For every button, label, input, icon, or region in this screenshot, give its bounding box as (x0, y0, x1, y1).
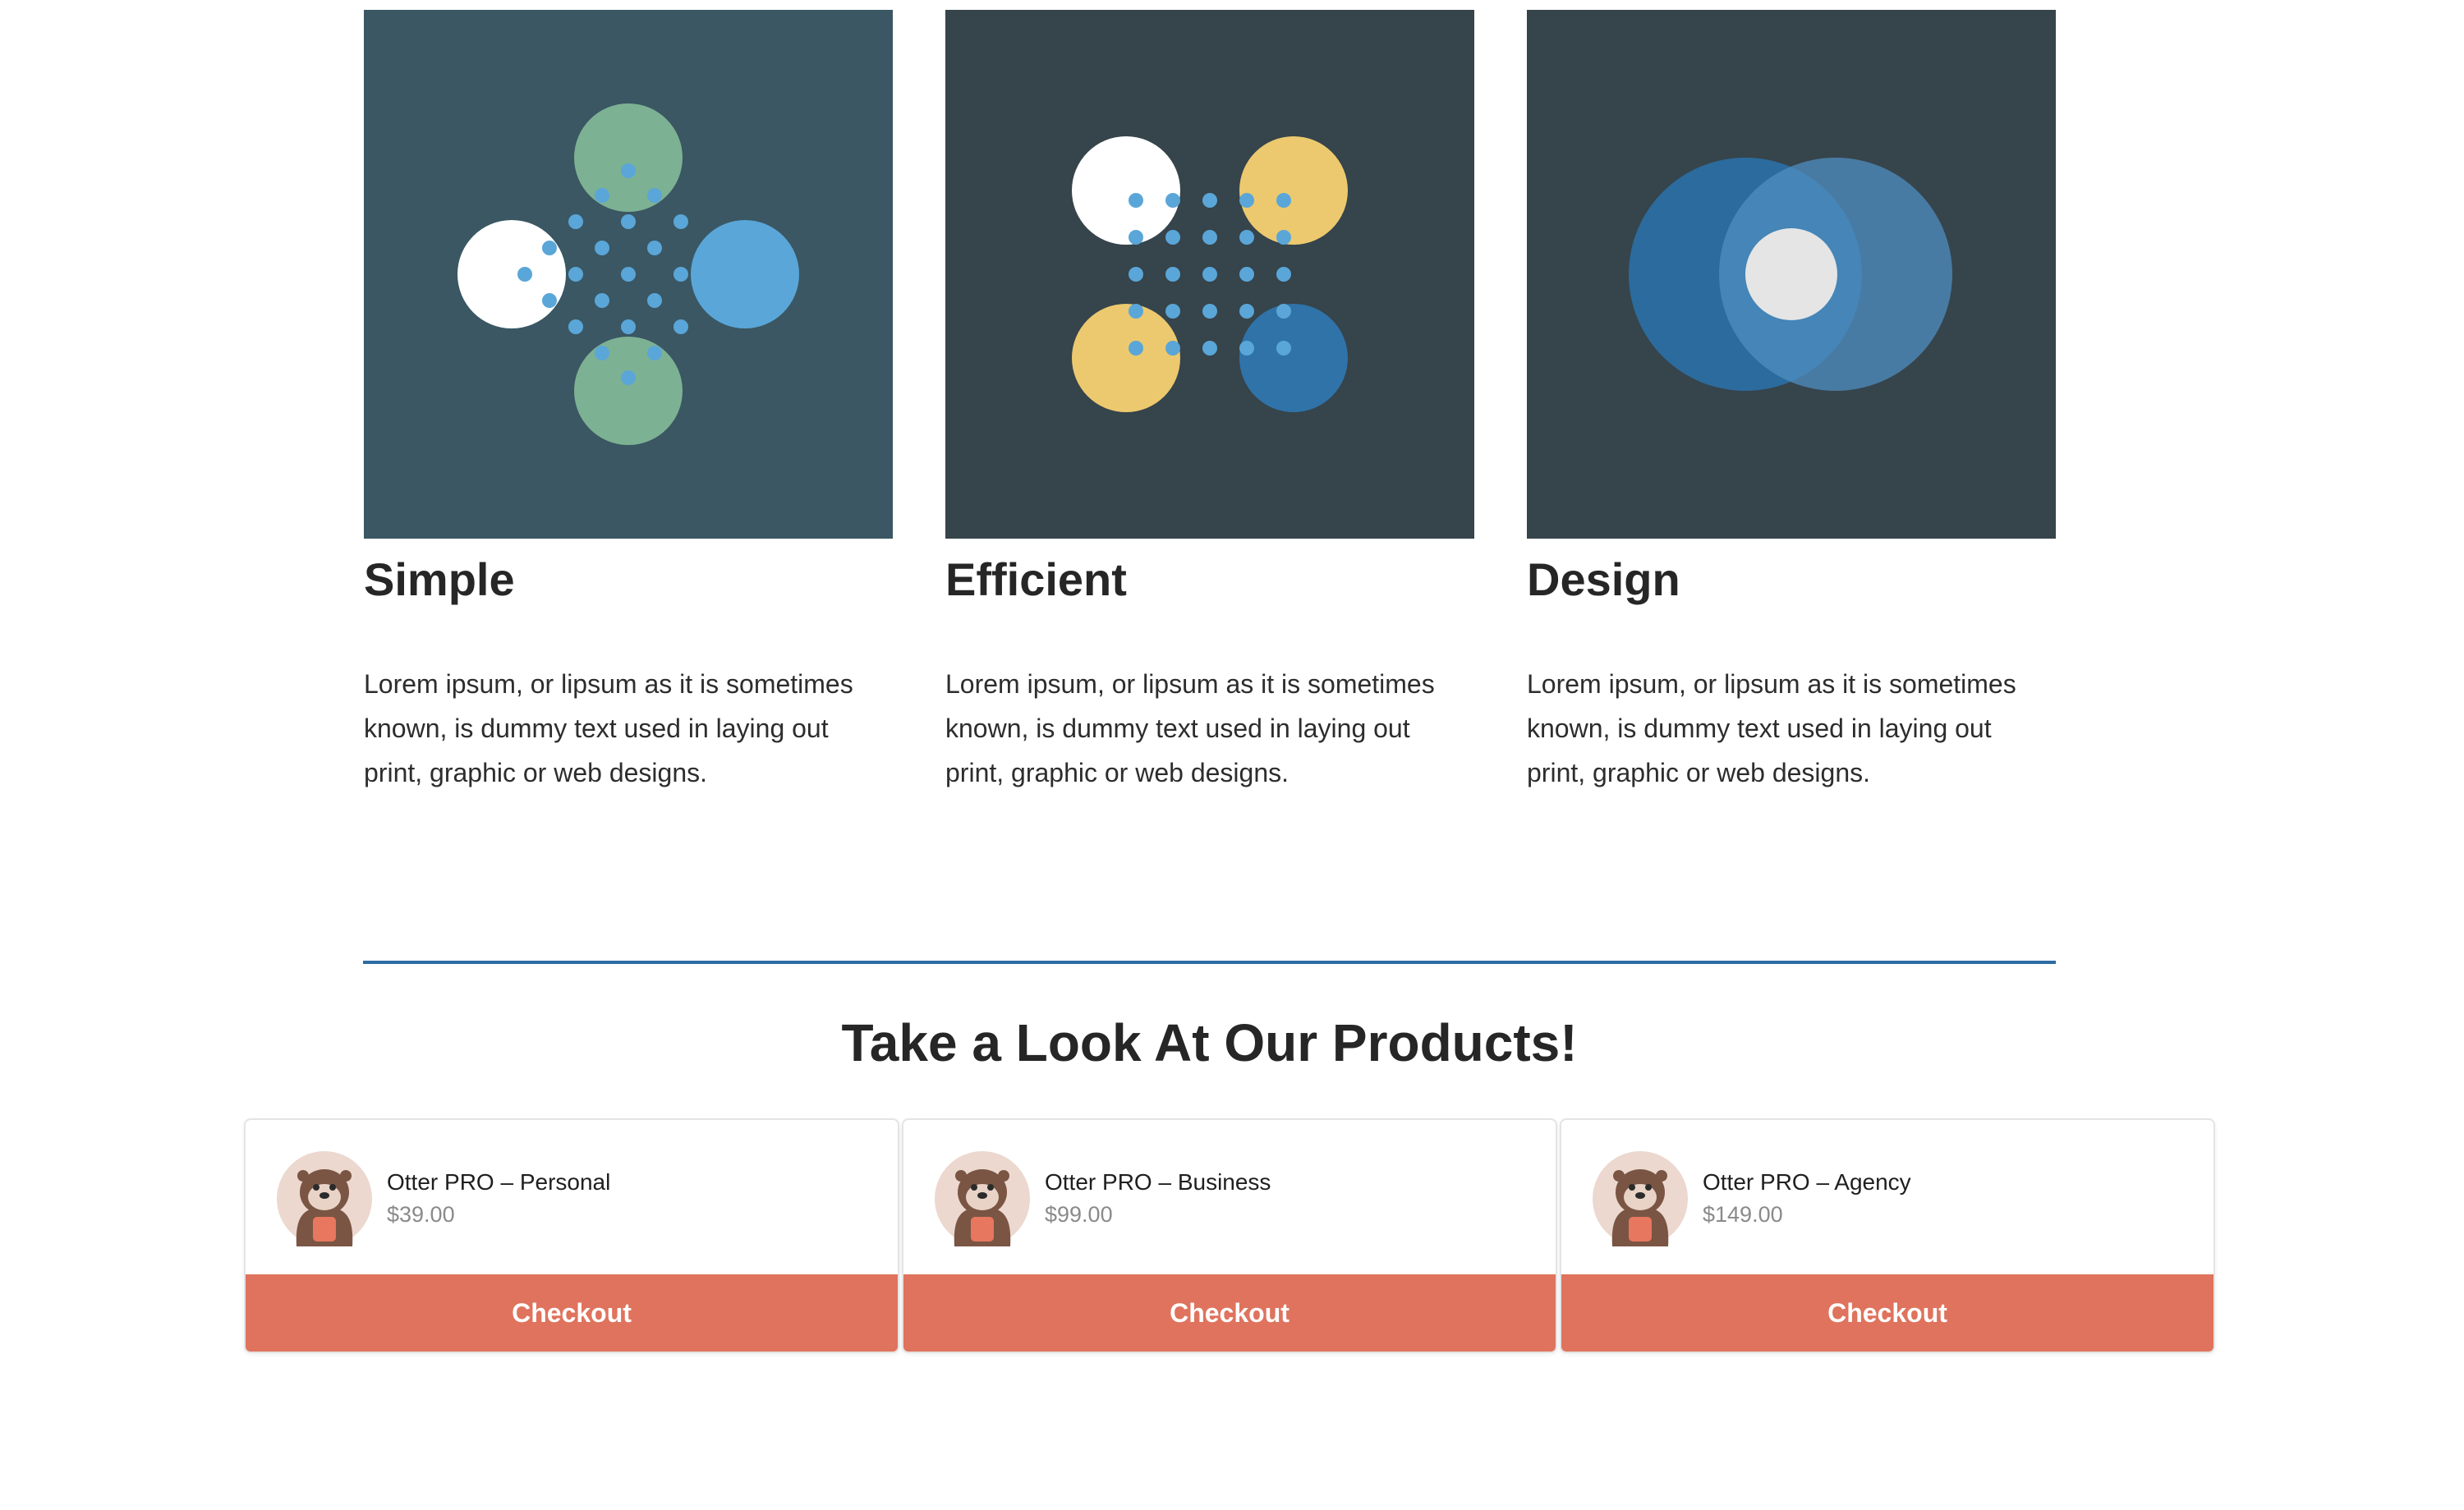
features-section: Simple Lorem ipsum, or lipsum as it is s… (0, 0, 2464, 821)
products-section-title: Take a Look At Our Products! (841, 1013, 1578, 1072)
product-card-business: Otter PRO – Business $99.00 Checkout (902, 1118, 1557, 1353)
checkout-button[interactable]: Checkout (1561, 1274, 2213, 1352)
simple-illustration-icon (364, 10, 893, 539)
design-illustration-icon (1527, 10, 2056, 539)
feature-title: Efficient (945, 553, 1127, 605)
product-cards: Otter PRO – Personal $39.00 Checkout Ott… (244, 1118, 2215, 1356)
product-name: Otter PRO – Agency (1703, 1169, 1911, 1195)
product-card-agency: Otter PRO – Agency $149.00 Checkout (1560, 1118, 2215, 1353)
product-name: Otter PRO – Personal (387, 1169, 611, 1195)
feature-text: Lorem ipsum, or lipsum as it is sometime… (1527, 669, 2016, 787)
feature-text: Lorem ipsum, or lipsum as it is sometime… (364, 669, 853, 787)
product-price: $39.00 (387, 1202, 455, 1227)
otter-avatar-icon (1593, 1151, 1688, 1246)
feature-design: Design Lorem ipsum, or lipsum as it is s… (1527, 10, 2056, 787)
section-divider (363, 961, 2056, 964)
product-price: $149.00 (1703, 1202, 1783, 1227)
feature-title: Simple (364, 553, 515, 605)
otter-avatar-icon (935, 1151, 1030, 1246)
otter-avatar-icon (277, 1151, 372, 1246)
efficient-illustration-icon (945, 10, 1474, 539)
checkout-button[interactable]: Checkout (246, 1274, 898, 1352)
feature-simple: Simple Lorem ipsum, or lipsum as it is s… (364, 10, 893, 787)
checkout-button[interactable]: Checkout (903, 1274, 1556, 1352)
feature-title: Design (1527, 553, 1680, 605)
product-name: Otter PRO – Business (1045, 1169, 1271, 1195)
feature-efficient: Efficient Lorem ipsum, or lipsum as it i… (945, 10, 1474, 787)
feature-text: Lorem ipsum, or lipsum as it is sometime… (945, 669, 1435, 787)
product-card-personal: Otter PRO – Personal $39.00 Checkout (244, 1118, 899, 1353)
product-price: $99.00 (1045, 1202, 1113, 1227)
